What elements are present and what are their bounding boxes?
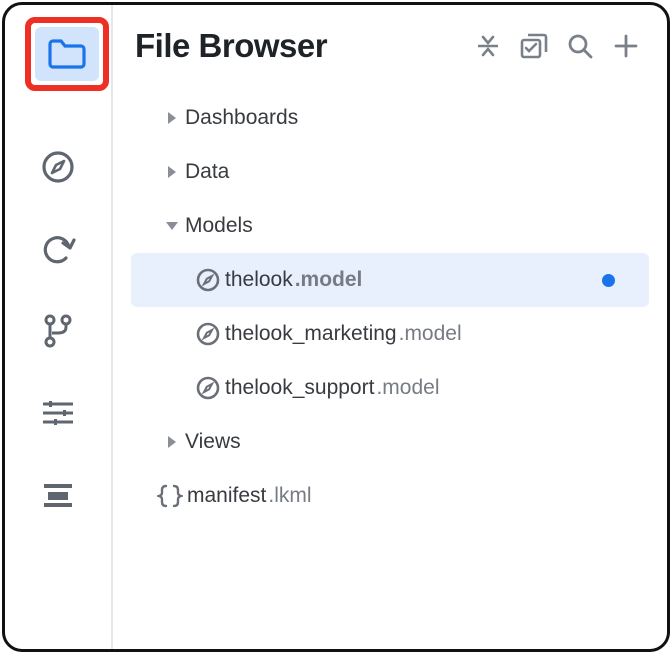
panel-title: File Browser: [135, 27, 459, 65]
file-ext: .model: [295, 268, 363, 292]
folder-label: Data: [185, 160, 229, 184]
nav-settings[interactable]: [38, 393, 78, 433]
collapse-icon: [475, 33, 501, 59]
collapse-button[interactable]: [471, 29, 505, 63]
check-stack-icon: [520, 33, 548, 59]
modified-dot-icon: [602, 274, 615, 287]
folder-label: Views: [185, 430, 241, 454]
file-ext: .model: [376, 376, 439, 400]
bulk-button[interactable]: [517, 29, 551, 63]
main-panel: File Browser: [113, 5, 667, 649]
nav-panel[interactable]: [38, 475, 78, 515]
file-manifest[interactable]: manifest.lkml: [131, 469, 649, 523]
file-thelook-marketing-model[interactable]: thelook_marketing.model: [131, 307, 649, 361]
file-name: thelook_support: [225, 376, 374, 400]
folder-label: Dashboards: [185, 106, 298, 130]
folder-data[interactable]: Data: [131, 145, 649, 199]
folder-models[interactable]: Models: [131, 199, 649, 253]
sliders-icon: [41, 398, 75, 428]
nav-history[interactable]: [38, 229, 78, 269]
folder-dashboards[interactable]: Dashboards: [131, 91, 649, 145]
file-name: thelook_marketing: [225, 322, 397, 346]
file-thelook-support-model[interactable]: thelook_support.model: [131, 361, 649, 415]
nav-explore[interactable]: [38, 147, 78, 187]
model-icon: [191, 375, 225, 401]
model-icon: [191, 267, 225, 293]
nav-git[interactable]: [38, 311, 78, 351]
left-nav: [5, 5, 113, 649]
chevron-right-icon: [159, 165, 185, 179]
file-name: thelook: [225, 268, 293, 292]
file-ext: .lkml: [268, 484, 311, 508]
nav-file-browser[interactable]: [35, 27, 99, 81]
plus-icon: [613, 33, 639, 59]
file-name: manifest: [187, 484, 266, 508]
model-icon: [191, 321, 225, 347]
folder-icon: [48, 39, 86, 69]
folder-label: Models: [185, 214, 253, 238]
chevron-right-icon: [159, 435, 185, 449]
folder-views[interactable]: Views: [131, 415, 649, 469]
compass-icon: [40, 149, 76, 185]
panel-header: File Browser: [113, 5, 667, 75]
panel-icon: [42, 482, 74, 508]
search-button[interactable]: [563, 29, 597, 63]
file-ext: .model: [399, 322, 462, 346]
file-thelook-model[interactable]: thelook.model: [131, 253, 649, 307]
refresh-search-icon: [40, 231, 76, 267]
add-button[interactable]: [609, 29, 643, 63]
braces-icon: [153, 484, 187, 508]
git-branch-icon: [42, 313, 74, 349]
search-icon: [567, 33, 593, 59]
file-tree: Dashboards Data Models thelook.mo: [113, 75, 667, 523]
chevron-down-icon: [159, 220, 185, 232]
chevron-right-icon: [159, 111, 185, 125]
